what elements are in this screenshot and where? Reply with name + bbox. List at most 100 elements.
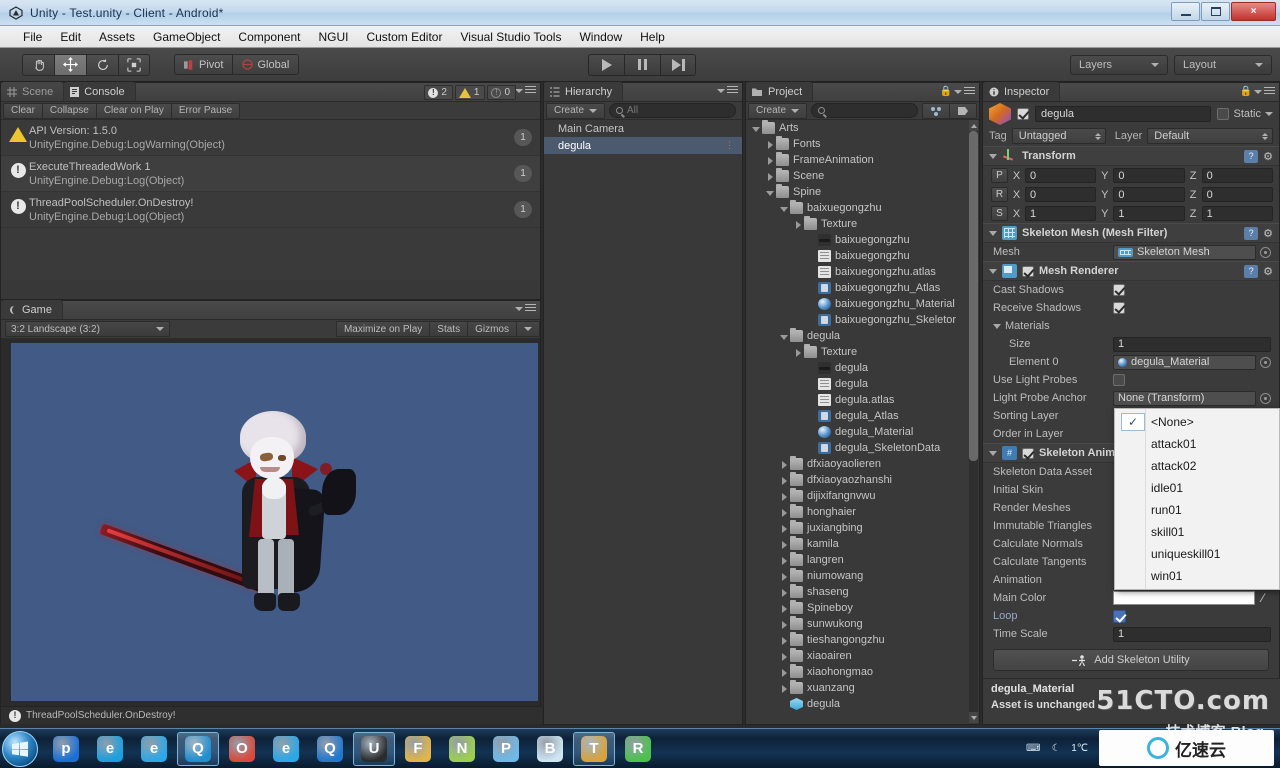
- chevron-right-icon[interactable]: [766, 172, 775, 181]
- console-options-icon[interactable]: [515, 86, 536, 95]
- static-checkbox[interactable]: [1217, 108, 1230, 120]
- transform-component-header[interactable]: Transform ? ⚙: [983, 146, 1279, 166]
- project-tree-item[interactable]: degula: [746, 360, 979, 376]
- project-tree-item[interactable]: xuanzang: [746, 680, 979, 696]
- project-tree-item[interactable]: degula: [746, 696, 979, 712]
- collapse-button[interactable]: Collapse: [41, 102, 96, 119]
- pause-button[interactable]: [624, 53, 660, 76]
- chevron-down-icon[interactable]: [766, 188, 775, 197]
- main-color-swatch[interactable]: [1113, 591, 1255, 605]
- tab-console[interactable]: Console: [64, 82, 136, 101]
- console-log-row[interactable]: API Version: 1.5.0 UnityEngine.Debug:Log…: [1, 120, 540, 156]
- chevron-right-icon[interactable]: [794, 220, 803, 229]
- receive-shadows-checkbox[interactable]: [1113, 302, 1125, 314]
- size-input[interactable]: 1: [1113, 336, 1271, 352]
- tab-scene[interactable]: Scene: [1, 82, 65, 101]
- project-scrollbar-thumb[interactable]: [969, 131, 978, 461]
- menu-assets[interactable]: Assets: [90, 28, 144, 46]
- mesh-picker-icon[interactable]: [1260, 246, 1271, 258]
- stats-button[interactable]: Stats: [429, 321, 468, 337]
- chevron-right-icon[interactable]: [780, 636, 789, 645]
- project-search-input[interactable]: [811, 103, 918, 118]
- layers-dropdown[interactable]: Layers: [1070, 54, 1168, 75]
- project-tree[interactable]: Arts Fonts FrameAnimation Scene Spine baixueg…: [746, 120, 979, 724]
- chevron-right-icon[interactable]: [780, 492, 789, 501]
- scale-z-input[interactable]: 1: [1201, 206, 1273, 221]
- dropdown-item-run01[interactable]: run01: [1115, 499, 1279, 521]
- rotation-key[interactable]: R: [991, 187, 1008, 202]
- skeleton-animation-enabled-checkbox[interactable]: [1022, 447, 1034, 459]
- project-tree-item[interactable]: dfxiaoyaolieren: [746, 456, 979, 472]
- project-tree-item[interactable]: sunwukong: [746, 616, 979, 632]
- rotation-z-input[interactable]: 0: [1201, 187, 1273, 202]
- clear-on-play-button[interactable]: Clear on Play: [95, 102, 171, 119]
- menu-visual-studio-tools[interactable]: Visual Studio Tools: [451, 28, 570, 46]
- game-render-area[interactable]: [11, 343, 538, 701]
- chevron-right-icon[interactable]: [780, 524, 789, 533]
- chevron-right-icon[interactable]: [794, 348, 803, 357]
- scroll-down-icon[interactable]: [969, 712, 978, 723]
- menu-help[interactable]: Help: [631, 28, 674, 46]
- error-pause-button[interactable]: Error Pause: [170, 102, 241, 119]
- filter-by-label-icon[interactable]: [949, 102, 977, 119]
- gear-icon[interactable]: ⚙: [1263, 227, 1273, 240]
- project-tree-item[interactable]: baixuegongzhu: [746, 248, 979, 264]
- rotation-y-input[interactable]: 0: [1113, 187, 1185, 202]
- fold-arrow-icon[interactable]: [989, 153, 997, 159]
- project-tree-item[interactable]: degula: [746, 328, 979, 344]
- project-tree-item[interactable]: honghaier: [746, 504, 979, 520]
- chevron-right-icon[interactable]: [780, 476, 789, 485]
- dropdown-item-win01[interactable]: win01: [1115, 565, 1279, 587]
- position-z-input[interactable]: 0: [1201, 168, 1273, 183]
- gameobject-name-input[interactable]: degula: [1035, 106, 1212, 122]
- scale-tool-icon[interactable]: [118, 53, 150, 76]
- warning-count[interactable]: 1: [454, 85, 486, 100]
- step-button[interactable]: [660, 53, 696, 76]
- project-tree-item[interactable]: baixuegongzhu_Material: [746, 296, 979, 312]
- chevron-right-icon[interactable]: [780, 604, 789, 613]
- hierarchy-create-button[interactable]: Create: [546, 102, 606, 119]
- help-icon[interactable]: ?: [1244, 226, 1259, 240]
- element0-picker-icon[interactable]: [1260, 356, 1271, 368]
- chevron-right-icon[interactable]: [780, 508, 789, 517]
- taskbar-search[interactable]: Q: [309, 732, 351, 766]
- tab-project[interactable]: Project: [746, 82, 814, 101]
- taskbar-pplive[interactable]: p: [45, 732, 87, 766]
- project-create-button[interactable]: Create: [748, 102, 808, 119]
- layout-dropdown[interactable]: Layout: [1174, 54, 1272, 75]
- animation-dropdown-menu[interactable]: ✓ <None> attack01 attack02 idle01 run01 …: [1114, 408, 1280, 590]
- project-tree-item[interactable]: baixuegongzhu.atlas: [746, 264, 979, 280]
- hierarchy-list[interactable]: Main Camera degula ⋮: [544, 120, 742, 724]
- project-tree-item[interactable]: Arts: [746, 120, 979, 136]
- project-tree-item[interactable]: FrameAnimation: [746, 152, 979, 168]
- loop-checkbox[interactable]: [1113, 609, 1126, 623]
- gear-icon[interactable]: ⚙: [1263, 265, 1273, 278]
- console-log-row[interactable]: ! ExecuteThreadedWork 1 UnityEngine.Debu…: [1, 156, 540, 192]
- chevron-right-icon[interactable]: [780, 620, 789, 629]
- scale-y-input[interactable]: 1: [1113, 206, 1185, 221]
- hierarchy-search-input[interactable]: All: [609, 103, 736, 118]
- project-tree-item[interactable]: juxiangbing: [746, 520, 979, 536]
- fold-arrow-icon[interactable]: [989, 268, 997, 274]
- menu-ngui[interactable]: NGUI: [309, 28, 357, 46]
- layer-dropdown[interactable]: Default: [1147, 128, 1273, 144]
- gameobject-enabled-checkbox[interactable]: [1017, 108, 1029, 120]
- project-tree-item[interactable]: degula: [746, 376, 979, 392]
- scale-key[interactable]: S: [991, 206, 1008, 221]
- fold-arrow-icon[interactable]: [989, 450, 997, 456]
- position-y-input[interactable]: 0: [1113, 168, 1185, 183]
- gear-icon[interactable]: ⚙: [1263, 150, 1273, 163]
- hierarchy-options-icon[interactable]: [717, 86, 738, 95]
- chevron-right-icon[interactable]: [780, 652, 789, 661]
- project-tree-item[interactable]: Scene: [746, 168, 979, 184]
- taskbar-recycle[interactable]: R: [617, 732, 659, 766]
- tag-dropdown[interactable]: Untagged: [1011, 128, 1106, 144]
- position-key[interactable]: P: [991, 168, 1008, 183]
- fold-arrow-icon[interactable]: [989, 230, 997, 236]
- chevron-right-icon[interactable]: [780, 460, 789, 469]
- info-count[interactable]: ! 0: [487, 85, 516, 100]
- project-tree-item[interactable]: dijixifangnvwu: [746, 488, 979, 504]
- chevron-right-icon[interactable]: [780, 668, 789, 677]
- menu-file[interactable]: File: [14, 28, 51, 46]
- taskbar-qq-browser[interactable]: Q: [177, 731, 219, 766]
